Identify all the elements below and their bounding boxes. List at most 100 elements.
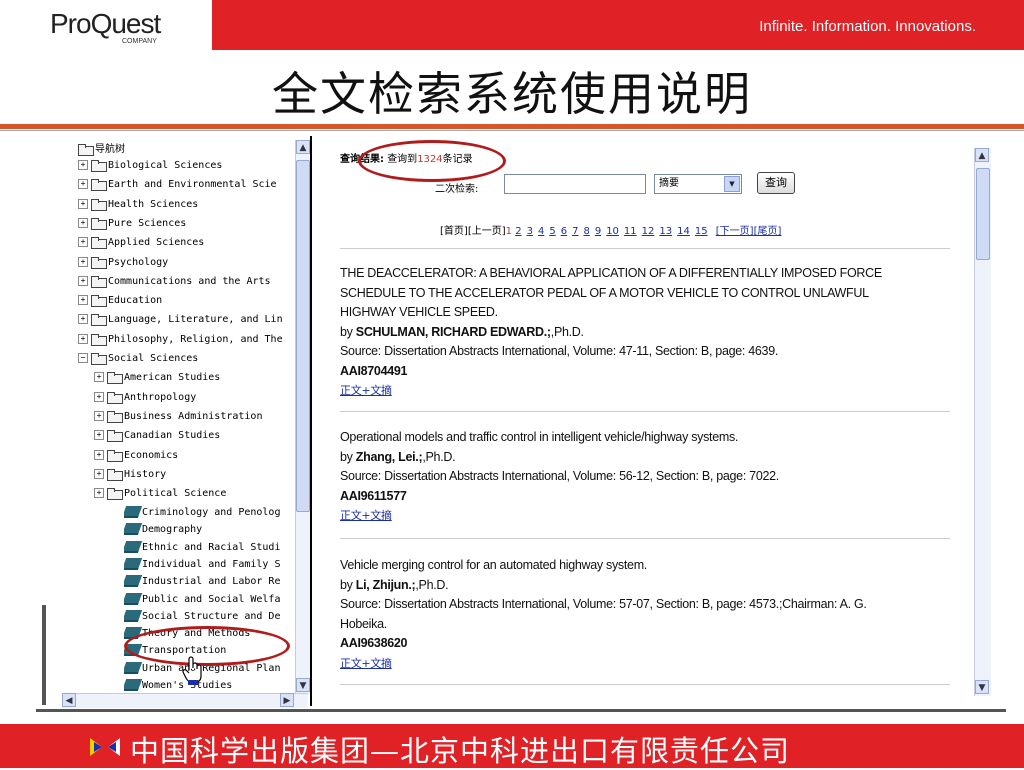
tree-expander-icon[interactable]: + bbox=[78, 237, 88, 248]
title-rule-thin bbox=[0, 130, 1024, 131]
tree-item[interactable]: + Philosophy, Religion, and The bbox=[78, 333, 283, 352]
tree-item[interactable]: + Language, Literature, and Lin bbox=[78, 314, 283, 332]
folder-icon bbox=[91, 353, 107, 365]
pager-page-link[interactable]: 14 bbox=[677, 226, 690, 237]
tree-expander-icon[interactable]: + bbox=[94, 449, 104, 460]
record-fulltext-link[interactable]: 正文+文摘 bbox=[340, 509, 392, 522]
book-icon bbox=[124, 506, 143, 518]
result-record: Operational models and traffic control i… bbox=[340, 428, 910, 526]
tree-item[interactable]: + Health Sciences bbox=[78, 198, 198, 217]
scroll-down-icon[interactable]: ▼ bbox=[975, 680, 989, 694]
tree-expander-icon[interactable]: + bbox=[94, 468, 104, 479]
pager-page-link[interactable]: 2 bbox=[515, 226, 521, 237]
title-rule bbox=[0, 124, 1024, 129]
tree-root[interactable]: 导航树 bbox=[78, 140, 125, 158]
pager-next[interactable]: [下一页] bbox=[716, 226, 754, 237]
tree-expander-icon[interactable]: + bbox=[94, 488, 104, 499]
tree-item[interactable]: + Applied Sciences bbox=[78, 237, 204, 255]
secondary-search-input[interactable] bbox=[504, 174, 646, 194]
tree-expander-icon[interactable]: + bbox=[78, 217, 88, 228]
record-author: Zhang, Lei.; bbox=[355, 449, 423, 464]
tree-item[interactable]: + Communications and the Arts bbox=[78, 275, 271, 294]
pager-page-link[interactable]: 15 bbox=[695, 226, 708, 237]
pager-page-link[interactable]: 10 bbox=[606, 226, 619, 237]
results-scroll-thumb[interactable] bbox=[976, 168, 990, 260]
folder-icon bbox=[91, 295, 107, 308]
tree-expander-icon[interactable]: + bbox=[78, 314, 88, 325]
tree-item[interactable]: + Education bbox=[78, 295, 162, 313]
scroll-up-icon[interactable]: ▲ bbox=[296, 140, 310, 154]
tree-expander-icon[interactable]: + bbox=[78, 295, 88, 306]
tree-expander-icon[interactable]: + bbox=[78, 160, 88, 170]
pager-page-link[interactable]: 4 bbox=[538, 226, 544, 237]
search-button[interactable]: 查询 bbox=[757, 172, 795, 194]
field-select[interactable]: 摘要 ▼ bbox=[654, 174, 742, 194]
pager-page-link[interactable]: 11 bbox=[624, 226, 637, 237]
scroll-left-icon[interactable]: ◀ bbox=[62, 693, 76, 707]
tree-leaf-item[interactable]: Ethnic and Racial Studi bbox=[124, 540, 280, 559]
tree-expander-icon[interactable]: + bbox=[78, 275, 88, 286]
pager-prev[interactable]: [上一页] bbox=[468, 226, 506, 237]
folder-icon bbox=[107, 391, 123, 404]
tree-item-label: Individual and Family S bbox=[142, 558, 281, 570]
pager: [首页][上一页]1 2 3 4 5 6 7 8 9 10 11 12 13 14 15 [下一页][尾页… bbox=[440, 222, 781, 237]
tree-leaf-item[interactable]: Criminology and Penolog bbox=[124, 506, 280, 524]
tree-leaf-item[interactable]: Industrial and Labor Re bbox=[124, 575, 280, 593]
tagline: Infinite. Information. Innovations. bbox=[759, 18, 976, 35]
pager-page-link[interactable]: 5 bbox=[549, 226, 555, 237]
pager-page-link[interactable]: 8 bbox=[583, 226, 589, 237]
tree-expander-icon[interactable]: + bbox=[94, 410, 104, 421]
tree-horizontal-scrollbar[interactable] bbox=[62, 693, 308, 708]
record-fulltext-link[interactable]: 正文+文摘 bbox=[340, 657, 392, 670]
divider bbox=[340, 248, 950, 249]
pager-page-link[interactable]: 7 bbox=[572, 226, 578, 237]
dropdown-arrow-icon[interactable]: ▼ bbox=[724, 176, 740, 192]
tree-item[interactable]: + Biological Sciences bbox=[78, 160, 222, 178]
scroll-down-icon[interactable]: ▼ bbox=[296, 678, 310, 692]
tree-expander-icon[interactable]: + bbox=[78, 333, 88, 344]
tree-expander-icon[interactable]: + bbox=[78, 198, 88, 209]
pager-page-link[interactable]: 9 bbox=[595, 226, 601, 237]
tree-item[interactable]: + Canadian Studies bbox=[94, 430, 220, 448]
tree-item[interactable]: + Economics bbox=[94, 449, 178, 468]
record-author: Li, Zhijun.; bbox=[355, 577, 416, 592]
record-source: Source: Dissertation Abstracts Internati… bbox=[340, 597, 867, 631]
tree-item[interactable]: + History bbox=[94, 468, 166, 487]
book-icon bbox=[124, 575, 143, 588]
tree-leaf-item[interactable]: Public and Social Welfa bbox=[124, 592, 280, 611]
record-by: by bbox=[340, 449, 353, 464]
pager-page-link[interactable]: 12 bbox=[642, 226, 655, 237]
tree-expander-icon[interactable]: + bbox=[78, 179, 88, 190]
tree-scroll-thumb[interactable] bbox=[296, 160, 310, 512]
tree-item[interactable]: − Social Sciences bbox=[78, 353, 198, 371]
tree-item[interactable]: + Business Administration bbox=[94, 410, 262, 429]
tree-item[interactable]: + Political Science bbox=[94, 488, 226, 506]
secondary-search-label: 二次检索: bbox=[435, 184, 479, 195]
tree-item[interactable]: + Pure Sciences bbox=[78, 217, 186, 236]
scroll-up-icon[interactable]: ▲ bbox=[975, 148, 989, 162]
pager-first[interactable]: [首页] bbox=[440, 226, 468, 237]
pager-last[interactable]: [尾页] bbox=[754, 226, 782, 237]
tree-expander-icon[interactable]: + bbox=[94, 372, 104, 383]
folder-icon bbox=[107, 410, 123, 423]
tree-item[interactable]: + Anthropology bbox=[94, 391, 196, 410]
pager-page-link[interactable]: 6 bbox=[561, 226, 567, 237]
tree-expander-icon[interactable]: + bbox=[94, 430, 104, 441]
tree-item[interactable]: + Earth and Environmental Scie bbox=[78, 179, 277, 197]
tree-item-label: Philosophy, Religion, and The bbox=[108, 333, 283, 345]
tree-item[interactable]: + Psychology bbox=[78, 256, 168, 275]
folder-icon bbox=[91, 217, 107, 230]
pager-page-link[interactable]: 3 bbox=[527, 226, 533, 237]
tree-item-label: Social Structure and De bbox=[142, 610, 281, 622]
tree-item[interactable]: + American Studies bbox=[94, 372, 220, 390]
tree-expander-icon[interactable]: + bbox=[94, 391, 104, 402]
tree-leaf-item[interactable]: Individual and Family S bbox=[124, 557, 281, 576]
decorative-bar-horizontal bbox=[36, 709, 1006, 712]
scroll-right-icon[interactable]: ▶ bbox=[280, 693, 294, 707]
tree-leaf-item[interactable]: Demography bbox=[124, 523, 202, 541]
record-fulltext-link[interactable]: 正文+文摘 bbox=[340, 384, 392, 397]
tree-expander-icon[interactable]: + bbox=[78, 256, 88, 267]
pager-page-link[interactable]: 13 bbox=[659, 226, 672, 237]
tree-item-label: Education bbox=[108, 295, 163, 307]
tree-expander-icon[interactable]: − bbox=[78, 353, 88, 363]
